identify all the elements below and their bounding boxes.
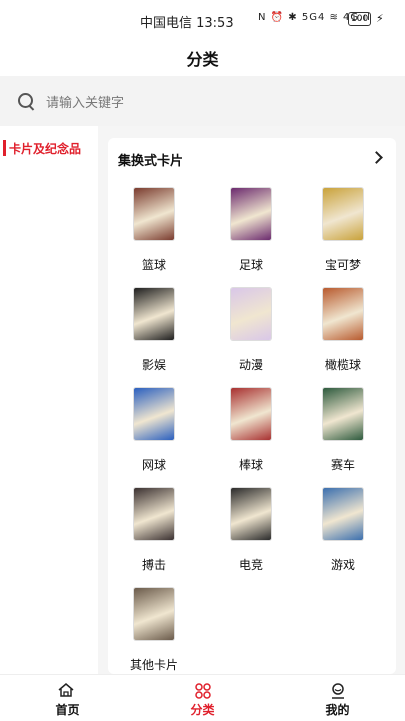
tab-label: 首页 <box>55 703 80 717</box>
grid-item-label: 网球 <box>141 458 166 472</box>
battery-icon: 100 <box>348 12 372 26</box>
search-icon <box>18 93 33 108</box>
search-bar[interactable]: 请输入关键字 <box>0 76 405 126</box>
home-icon <box>58 683 74 697</box>
grid-item-label: 影娱 <box>141 358 166 372</box>
grid-item-label: 动漫 <box>238 358 263 372</box>
card-thumbnail <box>134 188 174 240</box>
category-icon <box>195 683 211 699</box>
chevron-right-icon[interactable] <box>370 151 383 164</box>
grid-item-label: 游戏 <box>330 558 355 572</box>
active-indicator <box>3 140 6 156</box>
category-sidebar: 卡片及纪念品 <box>0 126 98 674</box>
card-thumbnail <box>231 488 271 540</box>
card-thumbnail <box>323 388 363 440</box>
grid-item[interactable]: 宝可梦 <box>298 188 388 284</box>
grid-item-label: 棒球 <box>238 458 263 472</box>
card-thumbnail <box>134 488 174 540</box>
page-header: 分类 <box>0 38 405 76</box>
grid-item[interactable]: 足球 <box>206 188 296 284</box>
search-placeholder: 请输入关键字 <box>46 96 125 111</box>
card-thumbnail <box>231 388 271 440</box>
sidebar-item-label: 卡片及纪念品 <box>9 142 82 156</box>
grid-item-label: 足球 <box>238 258 263 272</box>
grid-item-label: 篮球 <box>141 258 166 272</box>
tab-home[interactable]: 首页 <box>0 675 135 721</box>
grid-item[interactable]: 动漫 <box>206 288 296 384</box>
grid-item[interactable]: 赛车 <box>298 388 388 484</box>
grid-item-label: 搏击 <box>141 558 166 572</box>
section-title: 集换式卡片 <box>118 154 184 169</box>
card-thumbnail <box>323 288 363 340</box>
grid-item[interactable]: 网球 <box>109 388 199 484</box>
grid-item-label: 赛车 <box>330 458 355 472</box>
card-thumbnail <box>134 588 174 640</box>
card-thumbnail <box>134 388 174 440</box>
grid-item[interactable]: 篮球 <box>109 188 199 284</box>
grid-item-label: 其他卡片 <box>129 658 178 672</box>
grid-item-label: 宝可梦 <box>324 258 361 272</box>
sidebar-item-cards[interactable]: 卡片及纪念品 <box>0 138 98 160</box>
grid-item-label: 电竞 <box>238 558 263 572</box>
tab-category[interactable]: 分类 <box>135 675 270 721</box>
grid-item[interactable]: 游戏 <box>298 488 388 584</box>
section-card: 集换式卡片 篮球 足球 宝可梦影娱 动漫 橄榄球网球 棒球 赛车搏击 电竞 游戏其他卡片 <box>108 138 396 674</box>
grid-item[interactable]: 搏击 <box>109 488 199 584</box>
page-title: 分类 <box>186 50 219 69</box>
status-bar: 中国电信 13:53 N ⏰ ✱ 5G4 ≋ 4G.ıl 100 ⚡ <box>0 0 405 38</box>
charging-icon: ⚡ <box>376 12 384 25</box>
grid-item-label: 橄榄球 <box>324 358 361 372</box>
tab-profile[interactable]: 我的 <box>270 675 405 721</box>
card-thumbnail <box>323 488 363 540</box>
grid-item[interactable]: 橄榄球 <box>298 288 388 384</box>
card-thumbnail <box>323 188 363 240</box>
card-thumbnail <box>134 288 174 340</box>
grid-item[interactable]: 棒球 <box>206 388 296 484</box>
card-thumbnail <box>231 288 271 340</box>
card-thumbnail <box>231 188 271 240</box>
grid-item[interactable]: 其他卡片 <box>109 588 199 684</box>
carrier-time: 中国电信 13:53 <box>140 16 234 31</box>
grid-item[interactable]: 影娱 <box>109 288 199 384</box>
bottom-tab-bar: 首页 分类 我的 <box>0 674 405 721</box>
search-input[interactable]: 请输入关键字 <box>0 76 405 126</box>
tab-label: 我的 <box>325 703 350 717</box>
tab-label: 分类 <box>190 703 215 717</box>
grid-item[interactable]: 电竞 <box>206 488 296 584</box>
profile-icon <box>332 683 344 699</box>
